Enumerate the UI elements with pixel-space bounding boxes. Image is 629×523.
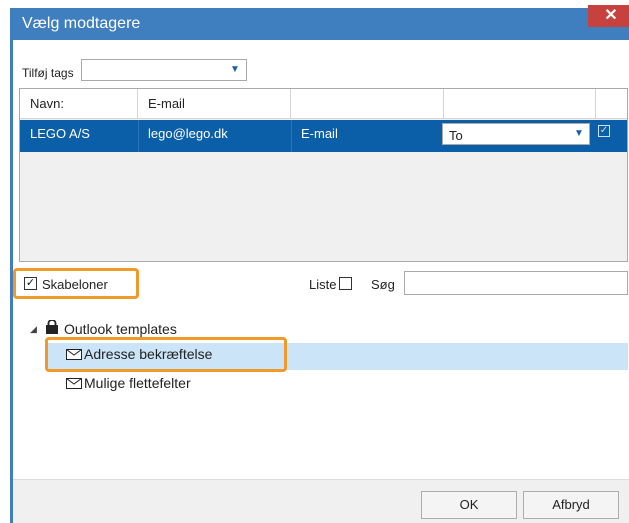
dialog-window: Vælg modtagere ✕ Tilføj tags ▼ Navn: E-m… (0, 0, 629, 523)
table-row[interactable]: LEGO A/S lego@lego.dk E-mail To ▼ ✓ (20, 120, 627, 152)
recipients-grid: Navn: E-mail LEGO A/S lego@lego.dk E-mai… (19, 88, 628, 262)
templates-label: Skabeloner (42, 277, 108, 292)
tags-label: Tilføj tags (22, 66, 74, 80)
list-label: Liste (309, 277, 337, 292)
row-checkbox[interactable]: ✓ (598, 125, 610, 137)
recipient-type-select[interactable]: To ▼ (442, 123, 590, 145)
templates-checkbox[interactable]: ✓ (24, 277, 37, 290)
window-title: Vælg modtagere (22, 15, 141, 32)
cell-divider (291, 120, 292, 152)
close-button[interactable]: ✕ (588, 5, 629, 27)
ok-button[interactable]: OK (421, 491, 517, 519)
chevron-down-icon[interactable]: ▼ (569, 124, 589, 144)
envelope-icon (66, 378, 82, 389)
list-item[interactable]: Adresse bekræftelse (84, 346, 212, 362)
title-bar: Vælg modtagere ✕ (10, 5, 629, 40)
list-checkbox[interactable] (339, 277, 352, 290)
envelope-icon (66, 349, 82, 360)
search-input[interactable] (404, 271, 628, 295)
column-header-name[interactable]: Navn: (20, 89, 138, 119)
chevron-down-icon[interactable]: ▼ (224, 60, 246, 80)
tree-root-label[interactable]: Outlook templates (64, 321, 177, 337)
list-item[interactable]: Mulige flettefelter (84, 375, 191, 391)
column-header-recipient[interactable] (444, 89, 596, 119)
row-name: LEGO A/S (30, 126, 90, 141)
cell-divider (138, 120, 139, 152)
grid-header: Navn: E-mail (20, 89, 627, 119)
expand-triangle-icon[interactable]: ◢ (30, 324, 37, 335)
search-label: Søg (371, 277, 395, 292)
column-header-type[interactable] (291, 89, 444, 119)
cancel-button[interactable]: Afbryd (523, 491, 619, 519)
tags-combobox[interactable]: ▼ (81, 59, 247, 81)
row-email: lego@lego.dk (148, 126, 228, 141)
folder-lock-icon (46, 320, 58, 334)
row-type: E-mail (301, 126, 338, 141)
close-icon: ✕ (604, 7, 618, 24)
recipient-type-value: To (449, 128, 463, 143)
column-header-email[interactable]: E-mail (138, 89, 291, 119)
